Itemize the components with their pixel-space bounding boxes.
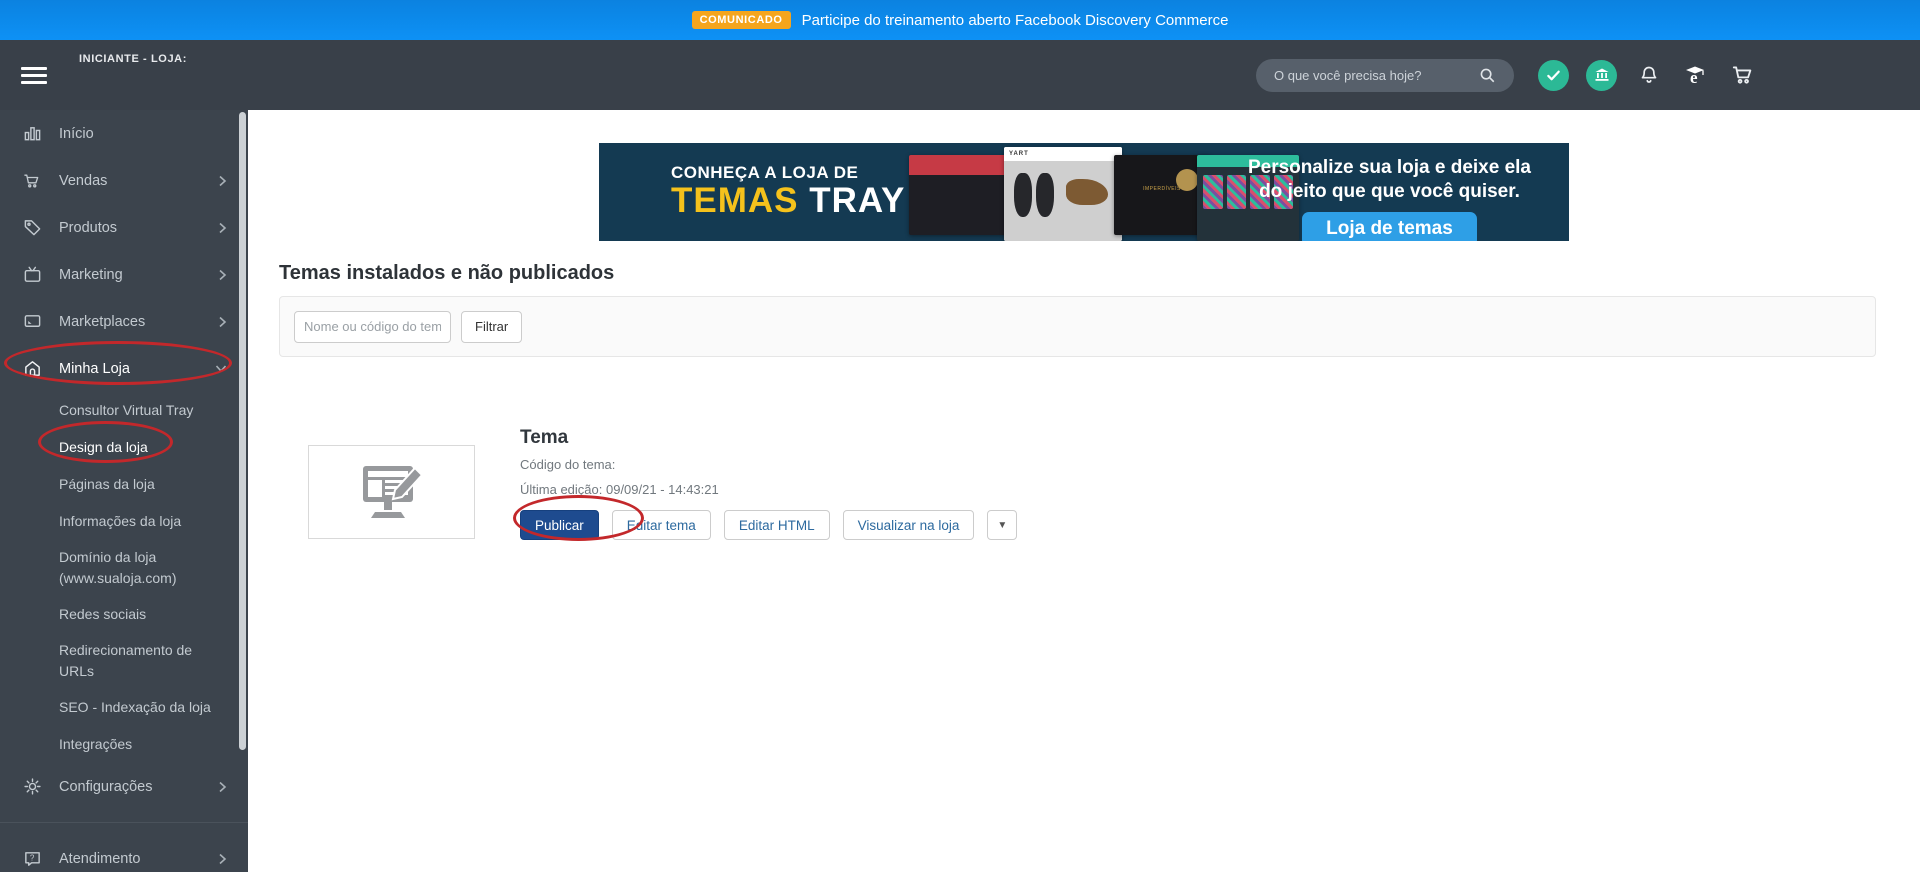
chat-question-icon: ? xyxy=(21,849,43,868)
chevron-right-icon xyxy=(217,221,228,235)
sidebar-item-vendas[interactable]: Vendas xyxy=(0,157,248,204)
sidebar-divider xyxy=(0,822,248,823)
sidebar-nav: Início Vendas Produtos Marketing xyxy=(0,110,248,872)
banner-theme-screenshot-3: IMPERDÍVEIS xyxy=(1114,155,1210,235)
chevron-right-icon xyxy=(217,780,228,794)
main-content: CONHEÇA A LOJA DE TEMAS TRAY YART IMPERD… xyxy=(248,110,1920,872)
theme-more-actions-button[interactable]: ▼ xyxy=(987,510,1017,540)
banner-theme-screenshots: YART IMPERDÍVEIS xyxy=(909,143,1299,241)
sidebar-item-marketing[interactable]: Marketing xyxy=(0,251,248,298)
sidebar-item-configuracoes[interactable]: Configurações xyxy=(0,763,248,810)
header-search[interactable] xyxy=(1256,59,1514,92)
tv-icon xyxy=(21,265,43,284)
submenu-item-consultor-virtual-tray[interactable]: Consultor Virtual Tray xyxy=(59,392,249,429)
theme-list-item: Tema Código do tema: Última edição: 09/0… xyxy=(308,427,1920,540)
theme-filter-input[interactable] xyxy=(294,311,451,343)
theme-info: Tema Código do tema: Última edição: 09/0… xyxy=(520,427,1017,540)
hamburger-menu-icon[interactable] xyxy=(21,63,47,88)
submenu-item-seo-indexacao[interactable]: SEO - Indexação da loja xyxy=(59,689,249,726)
check-circle-icon[interactable] xyxy=(1538,60,1569,91)
bank-icon[interactable] xyxy=(1586,60,1617,91)
edit-theme-button[interactable]: Editar tema xyxy=(612,510,711,540)
sidebar-item-inicio[interactable]: Início xyxy=(0,110,248,157)
search-input[interactable] xyxy=(1274,68,1472,83)
escola-tray-icon[interactable]: e xyxy=(1681,60,1711,90)
banner-right-line1: Personalize sua loja e deixe ela xyxy=(1248,156,1531,180)
cart-icon[interactable] xyxy=(1728,60,1758,90)
theme-thumbnail xyxy=(308,445,475,539)
banner-cta-block: Personalize sua loja e deixe ela do jeit… xyxy=(1248,156,1531,241)
sidebar-item-label: Atendimento xyxy=(59,851,140,867)
chevron-right-icon xyxy=(217,174,228,188)
banner-theme-screenshot-2: YART xyxy=(1004,147,1122,241)
bell-icon[interactable] xyxy=(1634,60,1664,90)
chevron-right-icon xyxy=(217,852,228,866)
theme-placeholder-icon xyxy=(353,462,431,522)
chevron-right-icon xyxy=(217,268,228,282)
themes-store-banner[interactable]: CONHEÇA A LOJA DE TEMAS TRAY YART IMPERD… xyxy=(599,143,1569,241)
theme-last-edit: Última edição: 09/09/21 - 14:43:21 xyxy=(520,482,1017,497)
view-in-store-button[interactable]: Visualizar na loja xyxy=(843,510,975,540)
sidebar-item-minha-loja[interactable]: Minha Loja xyxy=(0,345,248,392)
announcement-badge: COMUNICADO xyxy=(692,11,791,29)
sidebar-scrollbar[interactable] xyxy=(239,112,246,750)
banner-text-block: CONHEÇA A LOJA DE TEMAS TRAY xyxy=(671,163,905,220)
sidebar-item-produtos[interactable]: Produtos xyxy=(0,204,248,251)
sidebar-item-atendimento[interactable]: ? Atendimento xyxy=(0,835,248,882)
publish-button[interactable]: Publicar xyxy=(520,510,599,540)
sidebar-item-label: Produtos xyxy=(59,220,117,236)
sidebar-item-label: Vendas xyxy=(59,173,107,189)
chevron-down-icon xyxy=(214,363,228,374)
edit-html-button[interactable]: Editar HTML xyxy=(724,510,830,540)
sidebar-item-label: Início xyxy=(59,126,94,142)
submenu-item-redirecionamento-urls[interactable]: Redirecionamento de URLs xyxy=(59,633,219,689)
filter-panel: Filtrar xyxy=(279,296,1876,357)
submenu-item-dominio-da-loja[interactable]: Domínio da loja (www.sualoja.com) xyxy=(59,540,219,596)
page-title: Temas instalados e não publicados xyxy=(279,262,1920,285)
submenu-item-design-da-loja[interactable]: Design da loja xyxy=(59,429,249,466)
sidebar-item-label: Marketplaces xyxy=(59,314,145,330)
loja-de-temas-button[interactable]: Loja de temas xyxy=(1302,212,1477,241)
theme-code-label: Código do tema: xyxy=(520,457,1017,472)
monitor-icon xyxy=(21,312,43,331)
store-label: INICIANTE - LOJA: xyxy=(79,53,187,65)
banner-theme-screenshot-1 xyxy=(909,155,1009,235)
tag-icon xyxy=(21,218,43,237)
submenu-item-redes-sociais[interactable]: Redes sociais xyxy=(59,596,249,633)
sidebar-item-label: Minha Loja xyxy=(59,361,130,377)
cart-icon xyxy=(21,171,43,191)
banner-kicker: CONHEÇA A LOJA DE xyxy=(671,163,905,183)
sidebar-item-marketplaces[interactable]: Marketplaces xyxy=(0,298,248,345)
svg-text:?: ? xyxy=(29,853,34,862)
search-icon[interactable] xyxy=(1472,60,1502,90)
theme-name: Tema xyxy=(520,427,1017,449)
announcement-text[interactable]: Participe do treinamento aberto Facebook… xyxy=(802,12,1229,29)
theme-actions: Publicar Editar tema Editar HTML Visuali… xyxy=(520,510,1017,540)
sidebar-item-label: Configurações xyxy=(59,779,153,795)
banner-title: TEMAS TRAY xyxy=(671,183,905,220)
submenu-item-paginas-da-loja[interactable]: Páginas da loja xyxy=(59,466,249,503)
announcement-bar: COMUNICADO Participe do treinamento aber… xyxy=(0,0,1920,40)
submenu-item-informacoes-da-loja[interactable]: Informações da loja xyxy=(59,503,249,540)
page: { "announcement": { "badge": "COMUNICADO… xyxy=(0,0,1920,872)
submenu-item-integracoes[interactable]: Integrações xyxy=(59,726,249,763)
filter-button[interactable]: Filtrar xyxy=(461,311,522,343)
bar-chart-icon xyxy=(21,124,43,143)
sidebar-item-label: Marketing xyxy=(59,267,123,283)
chevron-right-icon xyxy=(217,315,228,329)
top-header: INICIANTE - LOJA: xyxy=(0,40,1920,110)
gear-icon xyxy=(21,777,43,796)
home-icon xyxy=(21,359,43,378)
header-icons: e xyxy=(1538,60,1758,91)
minha-loja-submenu: Consultor Virtual Tray Design da loja Pá… xyxy=(0,392,248,763)
banner-right-line2: do jeito que que você quiser. xyxy=(1248,180,1531,204)
